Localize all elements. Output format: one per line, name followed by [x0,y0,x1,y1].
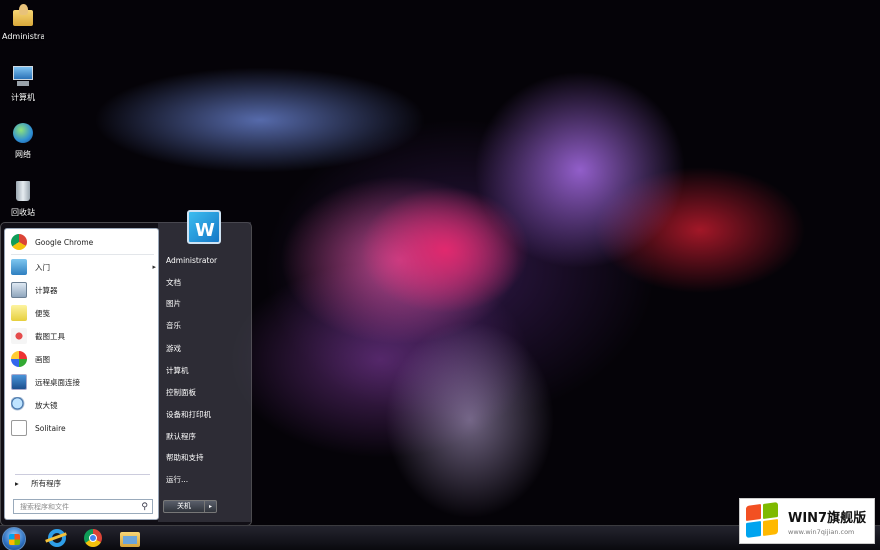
magnifier-icon [11,397,27,413]
start-item-default-programs[interactable]: 默认程序 [166,431,196,442]
start-item-run[interactable]: 运行... [166,474,188,485]
program-item-solitaire[interactable]: Solitaire [11,418,156,438]
search-placeholder: 搜索程序和文件 [20,502,69,511]
remote-desktop-icon [11,374,27,390]
recycle-bin-icon [11,179,35,203]
start-item-games[interactable]: 游戏 [166,343,181,354]
watermark-title: WIN7旗舰版 [788,510,867,526]
getting-started-icon [11,259,27,275]
divider [11,254,154,255]
desktop-icon-label: 回收站 [11,208,35,217]
start-item-music[interactable]: 音乐 [166,320,181,331]
program-label: 计算器 [35,285,58,295]
snipping-tool-icon [11,328,27,344]
computer-icon [11,64,35,88]
start-item-pictures[interactable]: 图片 [166,298,181,309]
program-item-sticky-notes[interactable]: 便笺 [11,303,156,323]
watermark-banner: WIN7旗舰版 www.win7qijian.com [739,498,875,544]
search-input[interactable]: 搜索程序和文件 ⚲ [13,499,153,514]
program-label: 画图 [35,354,50,364]
sticky-notes-icon [11,305,27,321]
user-folder-icon [11,4,35,28]
program-label: 截图工具 [35,331,65,341]
desktop-icon-computer[interactable]: 计算机 [2,64,44,103]
start-item-computer[interactable]: 计算机 [166,365,189,376]
all-programs-label: 所有程序 [31,479,62,488]
program-label: 入门 [35,262,50,272]
paint-icon [11,351,27,367]
program-item-getting-started[interactable]: 入门 ▸ [11,257,156,277]
program-label: 便笺 [35,308,50,318]
search-icon: ⚲ [141,501,148,512]
shutdown-options-button[interactable]: ▸ [205,500,217,513]
internet-explorer-icon[interactable] [45,527,67,549]
chrome-icon[interactable] [82,527,104,549]
start-item-user[interactable]: Administrator [166,256,217,265]
windows-flag-icon [744,501,782,540]
submenu-arrow-icon: ▸ [152,263,156,271]
start-item-help-support[interactable]: 帮助和支持 [166,452,204,463]
program-item-snipping-tool[interactable]: 截图工具 [11,326,156,346]
start-button[interactable] [2,527,26,550]
watermark-url: www.win7qijian.com [788,527,855,536]
start-item-control-panel[interactable]: 控制面板 [166,387,196,398]
divider [15,474,150,475]
program-label: 远程桌面连接 [35,377,80,387]
program-item-remote-desktop[interactable]: 远程桌面连接 [11,372,156,392]
all-programs-button[interactable]: ▸ 所有程序 [15,478,61,489]
program-item-google-chrome[interactable]: Google Chrome [11,232,156,252]
network-icon [11,121,35,145]
start-item-documents[interactable]: 文档 [166,277,181,288]
program-item-calculator[interactable]: 计算器 [11,280,156,300]
shutdown-button[interactable]: 关机 [163,500,205,513]
program-item-magnifier[interactable]: 放大镜 [11,395,156,415]
desktop-icon-label: Administra... [2,32,44,41]
desktop-icon-label: 网络 [15,150,31,159]
solitaire-icon [11,420,27,436]
desktop-icon-administrator[interactable]: Administra... [2,4,44,41]
file-explorer-icon[interactable] [119,527,141,549]
desktop-icon-recycle-bin[interactable]: 回收站 [2,179,44,218]
desktop-icon-label: 计算机 [11,93,35,102]
start-menu-program-list: Google Chrome 入门 ▸ 计算器 便笺 截图工具 画图 远程桌面连接… [4,228,159,520]
desktop-icon-network[interactable]: 网络 [2,121,44,160]
expand-arrow-icon: ▸ [15,479,19,488]
calculator-icon [11,282,27,298]
program-label: 放大镜 [35,400,58,410]
windows-logo-icon [9,534,20,545]
program-label: Solitaire [35,423,66,433]
program-item-paint[interactable]: 画图 [11,349,156,369]
program-label: Google Chrome [35,237,94,247]
start-item-devices-printers[interactable]: 设备和打印机 [166,409,211,420]
chrome-icon [11,234,27,250]
user-picture[interactable]: W [187,210,221,244]
